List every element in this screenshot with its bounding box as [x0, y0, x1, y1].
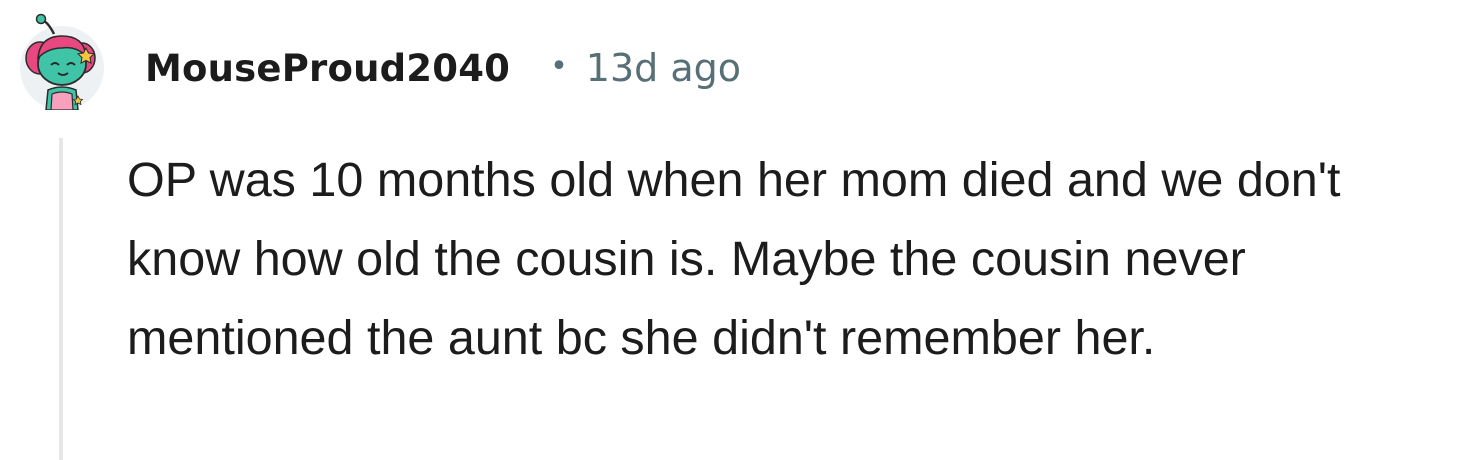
thread-line[interactable] — [59, 138, 63, 460]
user-avatar-icon[interactable] — [18, 12, 106, 111]
comment-timestamp[interactable]: 13d ago — [586, 46, 741, 90]
username-link[interactable]: MouseProud2040 — [145, 47, 510, 90]
comment-header: MouseProud2040 • 13d ago — [145, 38, 741, 98]
snoo-avatar-icon — [20, 13, 104, 111]
meta-separator: • — [550, 48, 568, 84]
comment-body: OP was 10 months old when her mom died a… — [127, 153, 1341, 365]
